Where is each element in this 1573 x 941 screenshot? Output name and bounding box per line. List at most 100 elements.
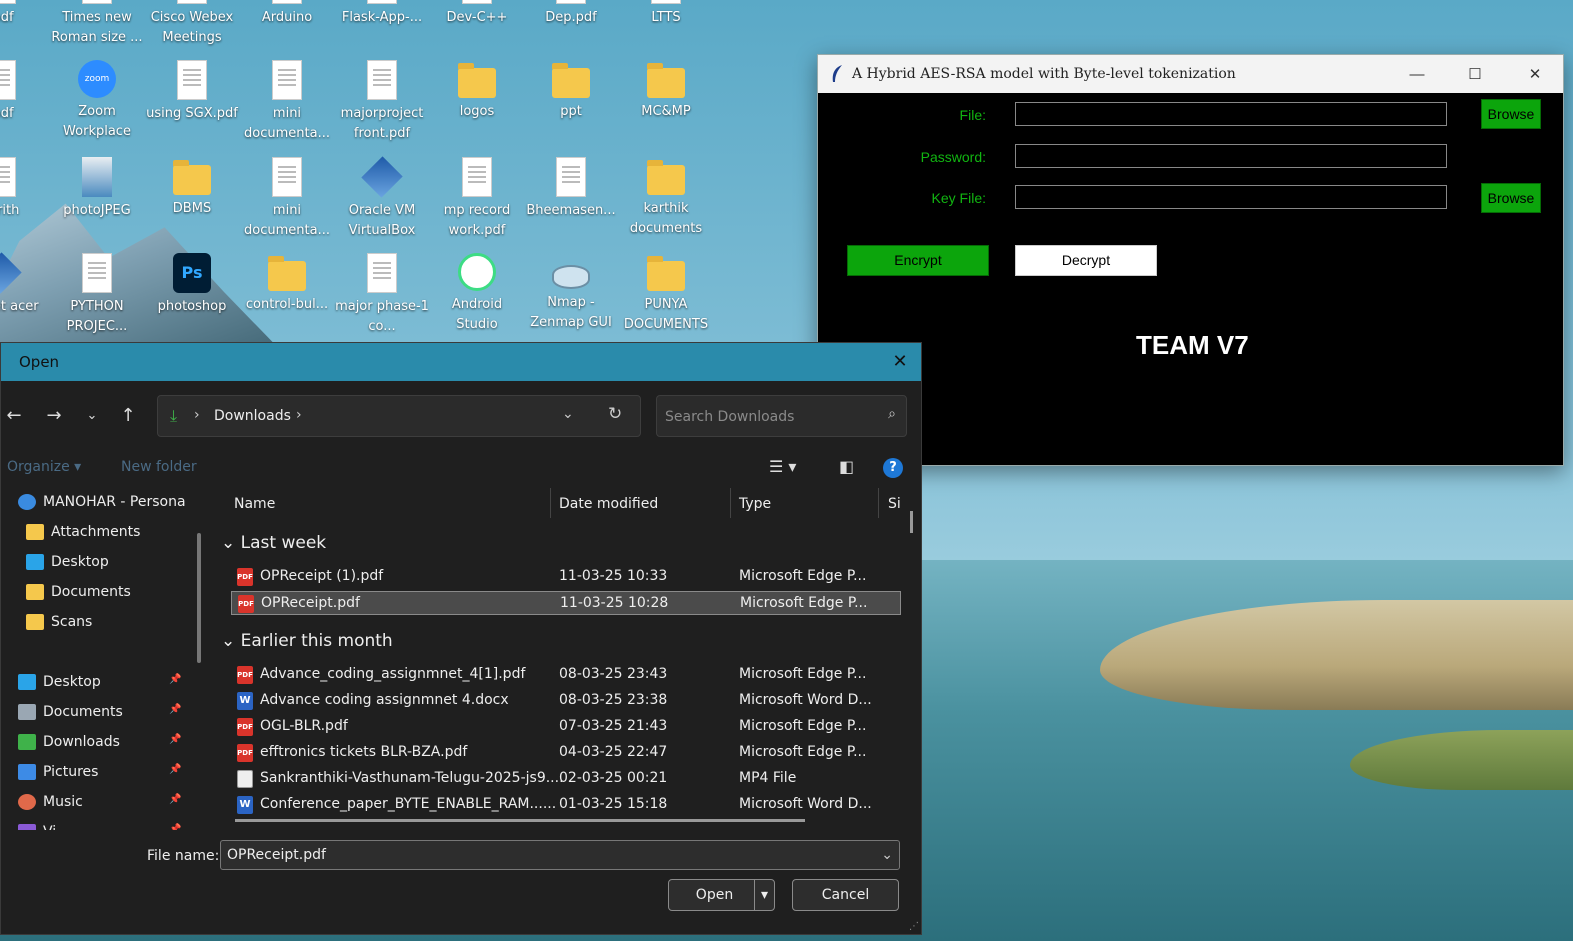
filename-input[interactable]: OPReceipt.pdf ⌄ [220, 840, 900, 870]
keyfile-input[interactable] [1015, 185, 1447, 209]
desktop-icon[interactable]: PUNYA DOCUMENTS [619, 253, 713, 335]
file-input[interactable] [1015, 102, 1447, 126]
column-date-modified[interactable]: Date modified [559, 496, 658, 512]
desktop-icon[interactable]: Flask-App-... [335, 0, 429, 28]
desktop-icon[interactable]: DBMS [145, 157, 239, 219]
column-size[interactable]: Si [888, 496, 901, 512]
desktop-icon[interactable]: PYTHON PROJEC... [50, 253, 144, 337]
close-button[interactable]: ✕ [1506, 55, 1564, 93]
open-button-label[interactable]: Open [696, 887, 733, 903]
group-collapse-chevron-icon[interactable]: ⌄ [221, 533, 241, 553]
desktop-icon[interactable]: MC&MP [619, 60, 713, 122]
nav-item[interactable]: MANOHAR - Persona [1, 488, 196, 518]
desktop-icon[interactable]: ppt [524, 60, 618, 122]
pin-icon[interactable]: 📌 [169, 674, 181, 685]
column-divider[interactable] [878, 488, 879, 518]
password-input[interactable] [1015, 144, 1447, 168]
filename-dropdown-chevron-icon[interactable]: ⌄ [881, 847, 893, 863]
back-arrow-icon[interactable]: ← [1, 403, 27, 429]
desktop-icon[interactable]: majorproject front.pdf [335, 60, 429, 144]
file-row[interactable]: W Advance coding assignmnet 4.docx 08-03-2… [231, 689, 901, 713]
dialog-close-button[interactable]: ✕ [887, 349, 913, 375]
file-row[interactable]: PDF OPReceipt (1).pdf 11-03-25 10:33 Micros… [231, 565, 901, 589]
column-name[interactable]: Name [234, 496, 275, 512]
up-arrow-icon[interactable]: ↑ [115, 403, 141, 429]
file-row[interactable]: W Conference_paper_BYTE_ENABLE_RAM...... 0… [231, 793, 901, 817]
desktop-icon[interactable]: using SGX.pdf [145, 60, 239, 124]
cancel-button[interactable]: Cancel [792, 879, 899, 911]
desktop-icon[interactable]: Dep.pdf [524, 0, 618, 28]
pin-icon[interactable]: 📌 [169, 824, 181, 830]
desktop-icon[interactable]: Android Studio [430, 253, 524, 335]
view-list-icon[interactable]: ☰ ▾ [769, 457, 796, 476]
nav-scrollbar[interactable] [197, 533, 201, 663]
desktop-icon[interactable]: karthik documents [619, 157, 713, 239]
desktop-icon[interactable]: photoJPEG [50, 157, 144, 221]
pin-icon[interactable]: 📌 [169, 704, 181, 715]
decrypt-button[interactable]: Decrypt [1015, 245, 1157, 276]
file-row[interactable]: Sankranthiki-Vasthunam-Telugu-2025-js9..… [231, 767, 901, 791]
nav-item[interactable]: Desktop 📌 [1, 668, 196, 698]
file-row[interactable]: PDF OGL-BLR.pdf 07-03-25 21:43 Microsoft Ed… [231, 715, 901, 739]
desktop-icon[interactable]: mini documenta... [240, 157, 334, 241]
address-bar[interactable]: ⤓ › Downloads › ⌄ ↻ [157, 395, 641, 437]
breadcrumb-separator[interactable]: › [296, 407, 302, 423]
desktop-icon[interactable]: Nmap - Zenmap GUI [524, 253, 618, 333]
search-box[interactable]: ⌕ [656, 395, 907, 437]
group-collapse-chevron-icon[interactable]: ⌄ [221, 631, 241, 651]
desktop-icon[interactable]: LTTS [619, 0, 713, 28]
pin-icon[interactable]: 📌 [169, 764, 181, 775]
address-dropdown-chevron-icon[interactable]: ⌄ [562, 406, 574, 422]
desktop-icon[interactable]: Cisco Webex Meetings [145, 0, 239, 48]
file-row[interactable]: PDF Advance_coding_assignmnet_4[1].pdf 08-… [231, 663, 901, 687]
nav-item[interactable]: Music 📌 [1, 788, 196, 818]
open-button[interactable]: Open ▾ [668, 879, 775, 911]
group-header[interactable]: ⌄ Earlier this month [221, 631, 393, 651]
nav-item[interactable]: Pictures 📌 [1, 758, 196, 788]
pin-icon[interactable]: 📌 [169, 794, 181, 805]
dialog-titlebar[interactable]: Open ✕ [1, 343, 921, 381]
nav-item[interactable]: Desktop [1, 548, 196, 578]
desktop-icon[interactable]: Ps photoshop [145, 253, 239, 317]
recent-locations-chevron-icon[interactable]: ⌄ [79, 403, 105, 429]
desktop-icon[interactable]: zoom Zoom Workplace [50, 60, 144, 142]
nav-item[interactable]: Downloads 📌 [1, 728, 196, 758]
desktop-icon[interactable]: control-bul... [240, 253, 334, 315]
encrypt-button[interactable]: Encrypt [847, 245, 989, 276]
browse-file-button[interactable]: Browse [1481, 99, 1541, 129]
nav-item[interactable]: Scans [1, 608, 196, 638]
nav-item[interactable]: Documents 📌 [1, 698, 196, 728]
desktop-icon[interactable]: Times new Roman size ... [50, 0, 144, 48]
desktop-icon[interactable]: Dev-C++ [430, 0, 524, 28]
minimize-button[interactable]: — [1388, 55, 1446, 93]
resize-grip-icon[interactable]: ⋰ [909, 921, 919, 932]
desktop-icon[interactable]: .pdf [0, 0, 48, 28]
desktop-icon[interactable]: .pdf [0, 60, 48, 124]
desktop-icon[interactable]: Bheemasen... [524, 157, 618, 221]
aes-titlebar[interactable]: A Hybrid AES-RSA model with Byte-level t… [818, 55, 1563, 93]
desktop-icon[interactable]: Oracle VM VirtualBox [335, 156, 429, 241]
desktop-icon[interactable]: mini documenta... [240, 60, 334, 144]
nav-item[interactable]: Vi... 📌 [1, 818, 196, 830]
desktop-icon[interactable]: logos [430, 60, 524, 122]
pin-icon[interactable]: 📌 [169, 734, 181, 745]
new-folder-button[interactable]: New folder [121, 459, 197, 475]
vertical-scrollbar[interactable] [910, 511, 913, 533]
help-icon[interactable]: ? [883, 458, 903, 478]
desktop-icon[interactable]: Arduino [240, 0, 334, 28]
nav-item[interactable]: Documents [1, 578, 196, 608]
filename-value[interactable]: OPReceipt.pdf [227, 847, 326, 863]
desktop-icon[interactable]: mp record work.pdf [430, 157, 524, 241]
refresh-icon[interactable]: ↻ [608, 404, 622, 424]
search-input[interactable] [665, 406, 865, 428]
organize-button[interactable]: Organize ▾ [7, 459, 81, 475]
desktop-icon[interactable]: Packet acer [0, 252, 48, 317]
maximize-button[interactable]: ☐ [1446, 55, 1504, 93]
open-split-chevron-icon[interactable]: ▾ [754, 880, 774, 910]
nav-item[interactable]: Attachments [1, 518, 196, 548]
breadcrumb-downloads[interactable]: Downloads [214, 408, 291, 424]
group-header[interactable]: ⌄ Last week [221, 533, 326, 553]
column-type[interactable]: Type [739, 496, 771, 512]
file-row[interactable]: PDF OPReceipt.pdf 11-03-25 10:28 Microsoft … [231, 591, 901, 615]
column-divider[interactable] [550, 488, 551, 518]
